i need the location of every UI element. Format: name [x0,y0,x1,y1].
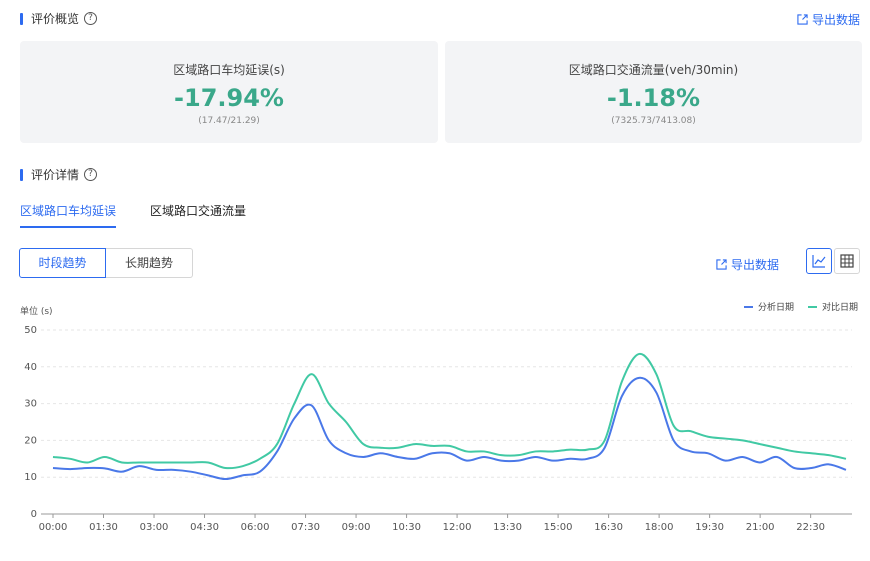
tab-flow[interactable]: 区域路口交通流量 [150,202,246,228]
x-tick-label: 01:30 [89,522,118,533]
x-tick-label: 03:00 [140,522,169,533]
x-tick-label: 18:00 [645,522,674,533]
chart-export-button[interactable]: 导出数据 [716,256,779,273]
table-grid-icon [840,254,854,268]
metric-tabs: 区域路口车均延误 区域路口交通流量 [20,202,280,228]
export-label: 导出数据 [731,258,780,272]
y-tick-label: 40 [24,362,37,373]
delay-trend-chart: 0 10 20 30 40 50 00:00 01:30 03:00 04:30 06:00 07:3… [24,325,852,533]
legend-label: 分析日期 [757,303,794,313]
metric-detail: (7325.73/7413.08) [611,116,696,126]
export-icon [716,259,727,270]
x-tick-label: 12:00 [443,522,472,533]
legend-label: 对比日期 [821,303,858,313]
series-line-analysis [52,376,847,481]
y-tick-label: 0 [31,509,37,520]
export-label: 导出数据 [811,13,860,27]
metric-detail: (17.47/21.29) [198,116,260,126]
metric-label: 区域路口车均延误(s) [173,63,285,77]
legend-item-analysis[interactable]: 分析日期 [743,300,794,313]
legend-item-compare[interactable]: 对比日期 [807,300,858,313]
line-chart-icon [812,255,826,268]
overview-title-text: 评价概览 [31,12,80,26]
segment-long-term-trend[interactable]: 长期趋势 [106,248,193,278]
overview-export-button[interactable]: 导出数据 [797,11,860,28]
y-tick-label: 20 [24,435,37,446]
y-unit-label: 单位 (s) [20,307,53,317]
metric-value: -1.18% [606,84,701,112]
help-icon[interactable]: ? [84,168,98,181]
x-tick-label: 09:00 [342,522,371,533]
x-tick-label: 22:30 [796,522,825,533]
y-tick-label: 10 [24,472,37,483]
export-icon [797,14,808,25]
line-view-button[interactable] [806,248,832,274]
metric-value: -17.94% [174,84,284,112]
details-title-text: 评价详情 [31,168,80,182]
trend-segmented-control: 时段趋势 长期趋势 [19,248,193,278]
table-view-button[interactable] [834,248,860,274]
metric-label: 区域路口交通流量(veh/30min) [568,63,739,77]
legend-swatch [743,305,753,308]
metric-card-delay: 区域路口车均延误(s) -17.94% (17.47/21.29) [20,41,438,143]
y-tick-label: 30 [24,399,37,410]
metric-card-flow: 区域路口交通流量(veh/30min) -1.18% (7325.73/7413… [445,41,862,143]
tab-delay[interactable]: 区域路口车均延误 [20,202,117,228]
x-tick-label: 07:30 [291,522,320,533]
x-tick-label: 21:00 [746,522,775,533]
x-tick-label: 06:00 [241,522,270,533]
x-tick-label: 19:30 [695,522,724,533]
title-accent-bar [20,12,23,25]
series-line-compare [52,352,847,470]
x-tick-label: 00:00 [39,522,68,533]
legend-swatch [807,305,817,308]
chart-legend: 分析日期 对比日期 [730,300,858,313]
segment-period-trend[interactable]: 时段趋势 [19,248,106,278]
help-icon[interactable]: ? [84,12,98,25]
details-title: 评价详情 ? [20,166,98,183]
x-tick-label: 10:30 [392,522,421,533]
y-tick-label: 50 [24,325,37,336]
overview-title: 评价概览 ? [20,10,98,27]
x-tick-label: 16:30 [594,522,623,533]
title-accent-bar [20,168,23,181]
x-tick-label: 04:30 [190,522,219,533]
x-tick-label: 15:00 [544,522,573,533]
x-tick-label: 13:30 [493,522,522,533]
